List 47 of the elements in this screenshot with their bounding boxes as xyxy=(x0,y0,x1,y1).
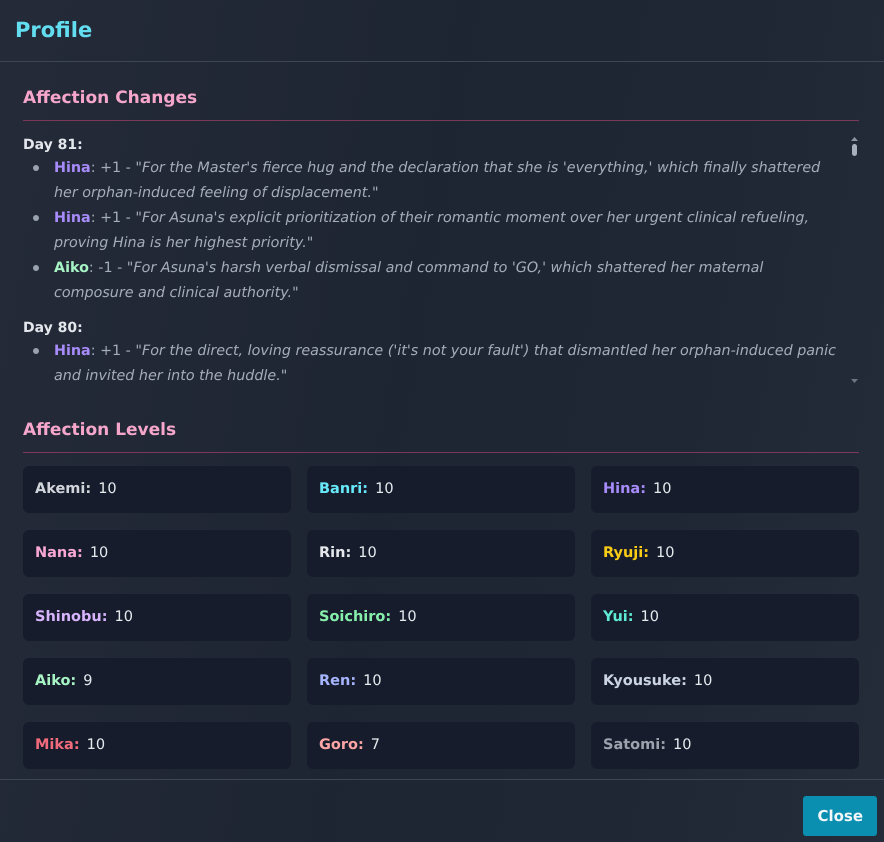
scrollbar-thumb[interactable] xyxy=(852,144,856,156)
scroll-down-icon[interactable] xyxy=(850,379,858,383)
character-name: Shinobu: xyxy=(35,608,108,627)
character-name: Ryuji: xyxy=(603,544,650,563)
character-name: Ren: xyxy=(319,672,356,691)
character-name: Nana: xyxy=(35,544,83,563)
affection-value: 10 xyxy=(98,480,117,499)
bullet-icon xyxy=(33,265,39,271)
bullet-icon xyxy=(33,215,39,221)
affection-value: 10 xyxy=(673,736,692,755)
character-name: Banri: xyxy=(319,480,368,499)
affection-value: 7 xyxy=(370,736,380,755)
bullet-icon xyxy=(33,348,39,354)
affection-value: 10 xyxy=(363,672,382,691)
day-label: Day 80: xyxy=(23,319,84,338)
character-name: Rin: xyxy=(319,544,352,563)
character-name: Kyousuke: xyxy=(603,672,687,691)
character-name: Aiko: xyxy=(35,672,76,691)
affection-value: 10 xyxy=(86,736,106,755)
section-heading: Affection Levels xyxy=(23,417,859,453)
character-name: Satomi: xyxy=(603,736,666,755)
change-entry: Hina: +1 - "For Asuna's explicit prioritization of their romantic moment over her urgent clinical refueling, proving Hina is her highest priority." xyxy=(54,209,810,253)
affection-value: 10 xyxy=(694,672,712,691)
change-entry: Aiko: -1 - "For Asuna's harsh verbal dismissal and command to 'GO,' which shattered her maternal composure and clinical authority." xyxy=(54,259,764,303)
scroll-up-icon[interactable] xyxy=(850,137,858,141)
affection-value: 10 xyxy=(375,480,394,499)
affection-value: 10 xyxy=(90,544,108,563)
affection-value: 10 xyxy=(398,608,417,627)
day-label: Day 81: xyxy=(23,136,84,155)
character-name: Hina: xyxy=(603,480,646,499)
affection-value: 10 xyxy=(640,608,659,627)
close-button[interactable]: Close xyxy=(803,796,877,836)
affection-value: 10 xyxy=(358,544,377,563)
section-heading: Affection Changes xyxy=(23,85,859,121)
bullet-icon xyxy=(33,165,39,171)
affection-value: 10 xyxy=(656,544,674,563)
affection-value: 10 xyxy=(114,608,133,627)
character-name: Mika: xyxy=(35,736,80,755)
character-name: Goro: xyxy=(319,736,364,755)
dialog-title: Profile xyxy=(15,17,94,44)
character-name: Akemi: xyxy=(35,480,92,499)
character-name: Soichiro: xyxy=(319,608,392,627)
affection-value: 9 xyxy=(83,672,92,691)
affection-value: 10 xyxy=(653,480,672,499)
change-entry: Hina: +1 - "For the direct, loving reassurance ('it's not your fault') that dismantled her orphan-induced panic and invited her into the huddle." xyxy=(54,342,837,386)
change-entry: Hina: +1 - "For the Master's fierce hug and the declaration that she is 'everything,' which finally shattered her orphan-induced feeling of displacement." xyxy=(54,159,822,203)
character-name: Yui: xyxy=(603,608,634,627)
